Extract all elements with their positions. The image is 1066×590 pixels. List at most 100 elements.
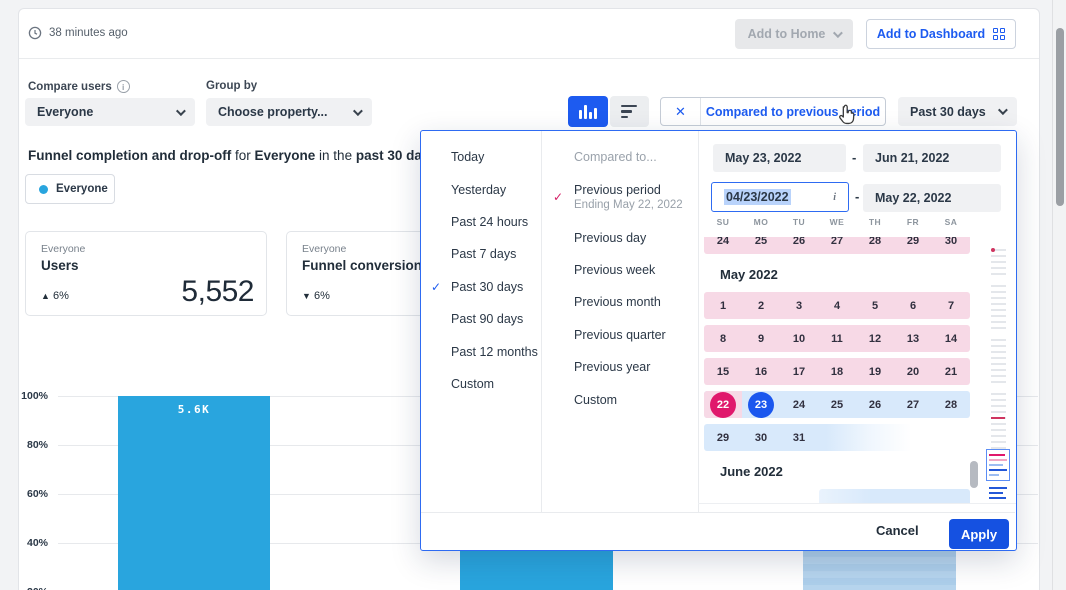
calendar-day-24[interactable]: 24 bbox=[704, 237, 742, 254]
calendar-day-2[interactable]: 2 bbox=[742, 292, 780, 319]
info-icon[interactable]: i bbox=[117, 80, 130, 93]
calendar-day-12[interactable]: 12 bbox=[856, 325, 894, 352]
compare-label: Previous month bbox=[574, 295, 698, 309]
calendar-day-10[interactable]: 10 bbox=[780, 325, 818, 352]
headline-part: for bbox=[231, 148, 254, 163]
calendar-day-21[interactable]: 21 bbox=[932, 358, 970, 385]
minimap-marker-blue bbox=[989, 487, 1007, 489]
calendar-day-23[interactable]: 23 bbox=[742, 391, 780, 418]
compare-option-previous-month[interactable]: Previous month bbox=[541, 286, 698, 318]
compare-label: Previous quarter bbox=[574, 328, 698, 342]
compare-users-select[interactable]: Everyone bbox=[25, 98, 195, 126]
calendar-day-19[interactable]: 19 bbox=[856, 358, 894, 385]
page-scrollbar-thumb[interactable] bbox=[1056, 28, 1064, 206]
calendar-day-30[interactable]: 30 bbox=[742, 424, 780, 451]
calendar-day-25[interactable]: 25 bbox=[742, 237, 780, 254]
calendar-day-5[interactable]: 5 bbox=[856, 292, 894, 319]
calendar-day-25[interactable]: 25 bbox=[818, 391, 856, 418]
calendar-day-28[interactable]: 28 bbox=[932, 391, 970, 418]
compare-label: Previous day bbox=[574, 231, 698, 245]
last-updated: 38 minutes ago bbox=[28, 26, 128, 40]
preset-option-past-7-days[interactable]: Past 7 days bbox=[421, 238, 541, 270]
selected-input-text: 04/23/2022 bbox=[724, 189, 791, 205]
calendar-day-27[interactable]: 27 bbox=[894, 391, 932, 418]
calendar-day-17[interactable]: 17 bbox=[780, 358, 818, 385]
preset-option-past-90-days[interactable]: Past 90 days bbox=[421, 303, 541, 335]
calendar-day-29[interactable]: 29 bbox=[894, 237, 932, 254]
date-range-value: Past 30 days bbox=[910, 105, 986, 119]
calendar-day-20[interactable]: 20 bbox=[894, 358, 932, 385]
calendar-week-row bbox=[819, 489, 970, 503]
compare-option-previous-week[interactable]: Previous week bbox=[541, 254, 698, 286]
compared-to-header: Compared to... bbox=[541, 141, 698, 173]
calendar-day-24[interactable]: 24 bbox=[780, 391, 818, 418]
calendar-day-13[interactable]: 13 bbox=[894, 325, 932, 352]
calendar-week-row: 891011121314 bbox=[704, 325, 970, 352]
chevron-down-icon bbox=[998, 105, 1008, 115]
calendar-day-14[interactable]: 14 bbox=[932, 325, 970, 352]
calendar-day-8[interactable]: 8 bbox=[704, 325, 742, 352]
preset-option-custom[interactable]: Custom bbox=[421, 368, 541, 400]
cancel-button[interactable]: Cancel bbox=[876, 523, 919, 538]
compare-option-previous-day[interactable]: Previous day bbox=[541, 221, 698, 253]
bar-chart-view-toggle[interactable] bbox=[568, 96, 608, 127]
group-by-select[interactable]: Choose property... bbox=[206, 98, 372, 126]
calendar-day-empty bbox=[932, 424, 970, 451]
mouse-cursor bbox=[836, 103, 858, 132]
calendar-day-26[interactable]: 26 bbox=[856, 391, 894, 418]
preset-option-past-30-days[interactable]: ✓Past 30 days bbox=[421, 271, 541, 303]
primary-start-date-input[interactable]: May 23, 2022 bbox=[713, 144, 846, 172]
chevron-down-icon bbox=[353, 106, 363, 116]
funnel-steps-view-toggle[interactable] bbox=[610, 96, 649, 127]
calendar-day-28[interactable]: 28 bbox=[856, 237, 894, 254]
compare-start-date-input[interactable]: 04/23/2022 i bbox=[711, 182, 849, 212]
calendar-day-7[interactable]: 7 bbox=[932, 292, 970, 319]
headline-part: in the bbox=[315, 148, 356, 163]
preset-option-past-12-months[interactable]: Past 12 months bbox=[421, 335, 541, 367]
metric-card-users[interactable]: Everyone Users ▲ 6% 5,552 bbox=[25, 231, 267, 316]
calendar-scroll-area[interactable]: 24252627282930May 2022123456789101112131… bbox=[704, 237, 970, 503]
preset-option-today[interactable]: Today bbox=[421, 141, 541, 173]
calendar-day-31[interactable]: 31 bbox=[780, 424, 818, 451]
compare-end-day[interactable]: 22 bbox=[710, 392, 736, 418]
compare-option-previous-period[interactable]: ✓Previous periodEnding May 22, 2022 bbox=[541, 173, 698, 221]
calendar-day-27[interactable]: 27 bbox=[818, 237, 856, 254]
calendar-day-4[interactable]: 4 bbox=[818, 292, 856, 319]
calendar-day-11[interactable]: 11 bbox=[818, 325, 856, 352]
calendar-day-22[interactable]: 22 bbox=[704, 391, 742, 418]
preset-option-yesterday[interactable]: Yesterday bbox=[421, 173, 541, 205]
calendar-scrollbar-thumb[interactable] bbox=[970, 461, 978, 488]
compare-option-previous-year[interactable]: Previous year bbox=[541, 351, 698, 383]
add-to-dashboard-button[interactable]: Add to Dashboard bbox=[866, 19, 1016, 49]
compare-end-date-input[interactable]: May 22, 2022 bbox=[863, 184, 1001, 212]
calendar-day-26[interactable]: 26 bbox=[780, 237, 818, 254]
calendar-day-18[interactable]: 18 bbox=[818, 358, 856, 385]
calendar-day-6[interactable]: 6 bbox=[894, 292, 932, 319]
card-metric: Funnel conversion r bbox=[302, 258, 431, 273]
calendar-day-15[interactable]: 15 bbox=[704, 358, 742, 385]
apply-label: Apply bbox=[961, 527, 997, 542]
compare-option-custom[interactable]: Custom bbox=[541, 383, 698, 415]
calendar-minimap[interactable] bbox=[985, 245, 1011, 503]
calendar-day-29[interactable]: 29 bbox=[704, 424, 742, 451]
calendar-day-9[interactable]: 9 bbox=[742, 325, 780, 352]
remove-comparison-button[interactable]: ✕ bbox=[661, 98, 701, 125]
preset-option-past-24-hours[interactable]: Past 24 hours bbox=[421, 206, 541, 238]
calendar-day-30[interactable]: 30 bbox=[932, 237, 970, 254]
calendar-day-3[interactable]: 3 bbox=[780, 292, 818, 319]
compare-label: Previous week bbox=[574, 263, 698, 277]
calendar-day-1[interactable]: 1 bbox=[704, 292, 742, 319]
compare-option-previous-quarter[interactable]: Previous quarter bbox=[541, 319, 698, 351]
primary-start-day[interactable]: 23 bbox=[748, 392, 774, 418]
info-icon: i bbox=[833, 192, 836, 203]
apply-button[interactable]: Apply bbox=[949, 519, 1009, 549]
funnel-bar[interactable]: 5.6K bbox=[118, 396, 270, 590]
legend-chip-everyone[interactable]: Everyone bbox=[25, 174, 115, 204]
primary-end-date-input[interactable]: Jun 21, 2022 bbox=[863, 144, 1001, 172]
date-range-select[interactable]: Past 30 days bbox=[898, 97, 1017, 126]
calendar-day-16[interactable]: 16 bbox=[742, 358, 780, 385]
page-scrollbar[interactable] bbox=[1052, 0, 1066, 590]
add-to-home-button[interactable]: Add to Home bbox=[735, 19, 853, 49]
minimap-marker-redline bbox=[991, 417, 1005, 419]
weekday-header: SUMOTUWETHFRSA bbox=[704, 217, 970, 227]
